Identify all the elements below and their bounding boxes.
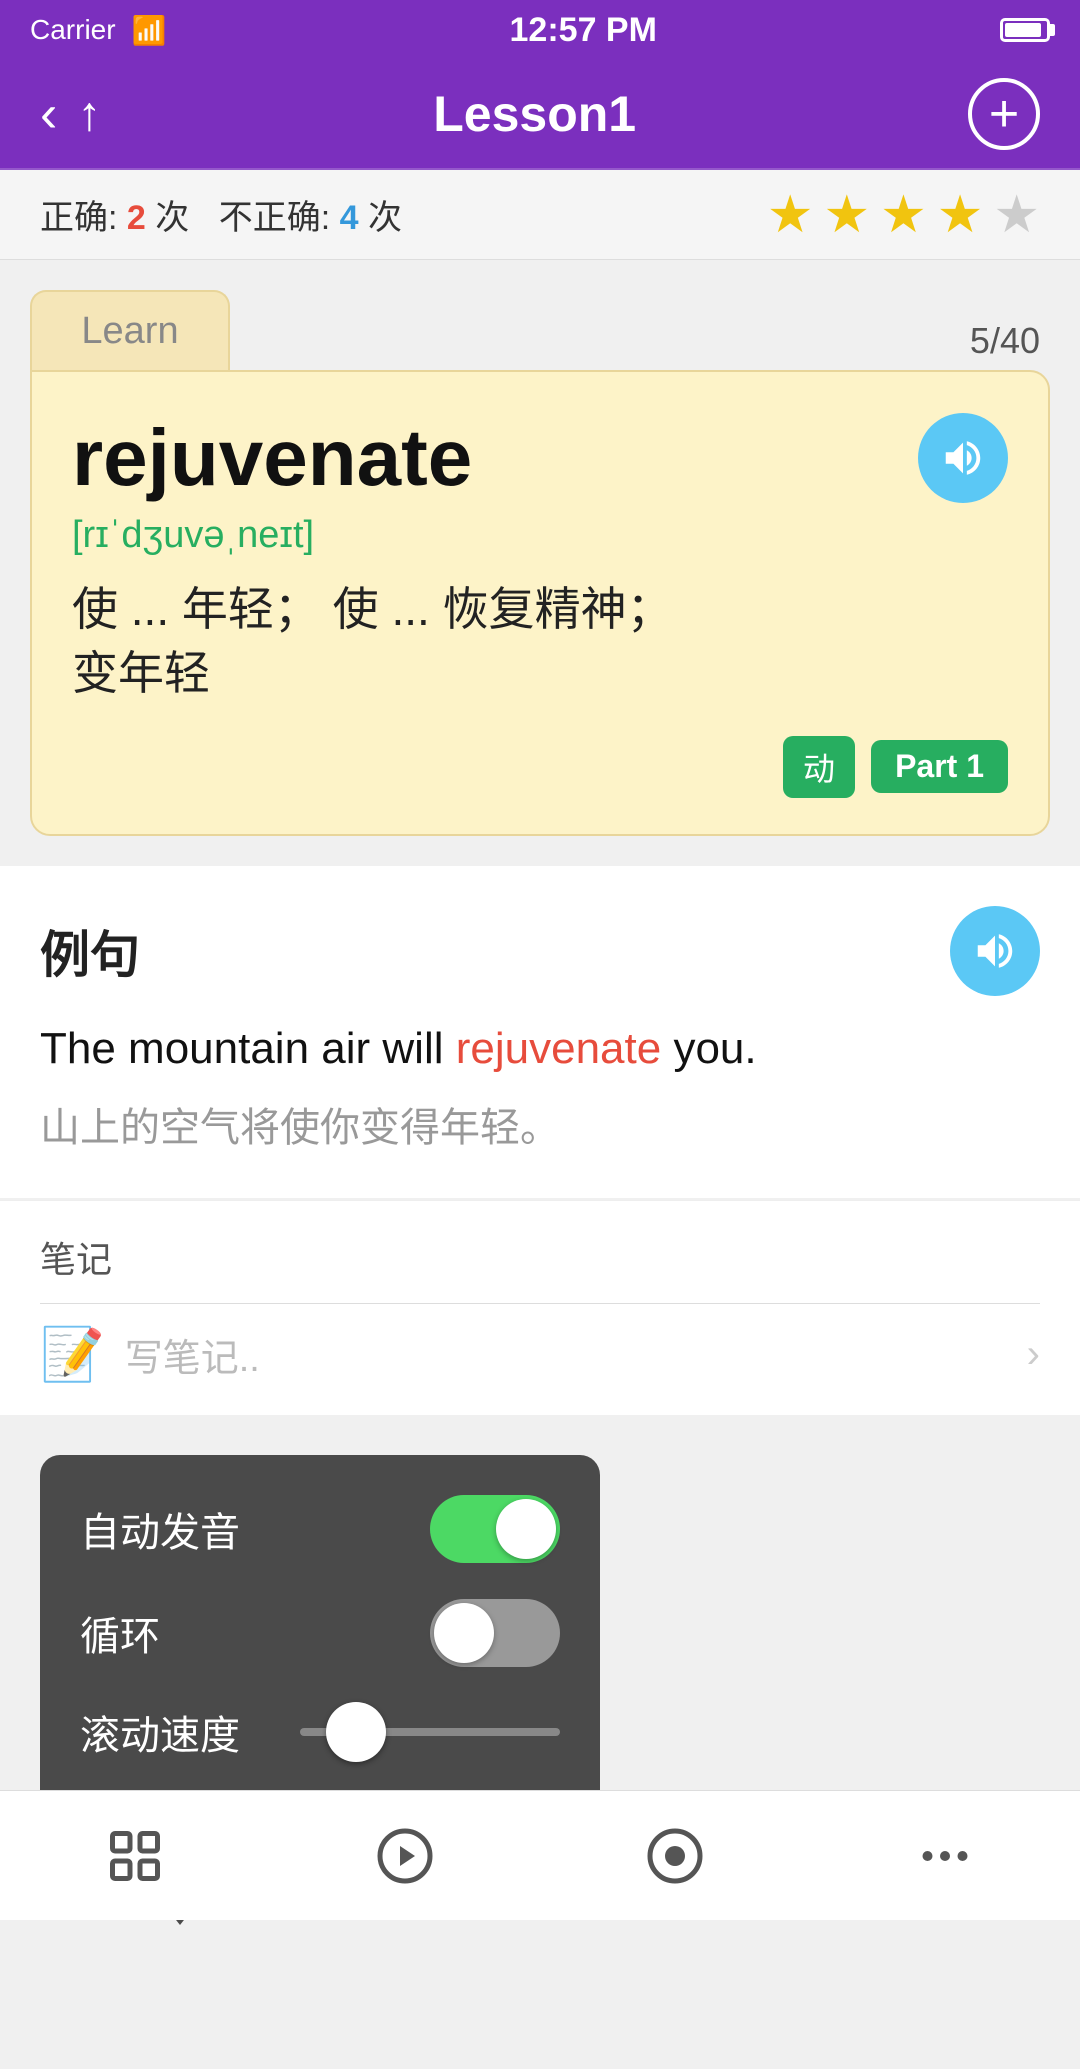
slider-thumb[interactable] <box>326 1702 386 1762</box>
stats-bar: 正确: 2 次 不正确: 4 次 ★ ★ ★ ★ ★ <box>0 170 1080 260</box>
nav-back-area[interactable]: ‹ ↑ <box>40 84 101 144</box>
word-audio-button[interactable] <box>918 413 1008 503</box>
star-2[interactable]: ★ <box>824 185 871 245</box>
back-chevron-icon[interactable]: ‹ <box>40 84 57 144</box>
notes-placeholder[interactable]: 写笔记.. <box>125 1327 1007 1382</box>
learn-card: rejuvenate [rɪˈdʒuvəˌneɪt] 使 ... 年轻； 使 .… <box>30 370 1050 836</box>
badge-dong: 动 <box>783 736 855 798</box>
example-pre: The mountain air will <box>40 1024 456 1073</box>
stats-text: 正确: 2 次 不正确: 4 次 <box>40 190 402 239</box>
example-header: 例句 <box>40 906 1040 996</box>
chinese-definition: 使 ... 年轻； 使 ... 恢复精神；变年轻 <box>72 577 1008 706</box>
up-arrow-icon[interactable]: ↑ <box>77 87 101 142</box>
carrier-label: Carrier <box>30 14 116 46</box>
example-sentence-zh: 山上的空气将使你变得年轻。 <box>40 1098 1040 1158</box>
auto-play-label: 自动发音 <box>80 1500 240 1558</box>
notes-icon: 📝 <box>40 1324 105 1385</box>
word-row: rejuvenate <box>72 412 1008 504</box>
learn-tab-label: Learn <box>81 310 178 353</box>
status-bar: Carrier 📶 12:57 PM <box>0 0 1080 60</box>
star-5[interactable]: ★ <box>993 185 1040 245</box>
status-left: Carrier 📶 <box>30 14 166 47</box>
main-word: rejuvenate <box>72 412 472 504</box>
correct-unit: 次 <box>155 199 189 237</box>
wrong-unit: 次 <box>368 199 402 237</box>
add-button[interactable]: + <box>968 78 1040 150</box>
settings-icon <box>105 1826 165 1886</box>
card-progress: 5/40 <box>970 320 1040 362</box>
notes-input-row[interactable]: 📝 写笔记.. › <box>40 1303 1040 1385</box>
star-rating[interactable]: ★ ★ ★ ★ ★ <box>767 185 1040 245</box>
nav-bar: ‹ ↑ Lesson1 + <box>0 60 1080 170</box>
auto-play-knob <box>496 1499 556 1559</box>
learn-tab[interactable]: Learn <box>30 290 230 370</box>
status-time: 12:57 PM <box>510 11 657 50</box>
loop-row: 循环 <box>80 1599 560 1667</box>
speed-label: 滚动速度 <box>80 1703 240 1761</box>
star-3[interactable]: ★ <box>880 185 927 245</box>
card-footer: 动 Part 1 <box>72 736 1008 798</box>
loop-knob <box>434 1603 494 1663</box>
wrong-label: 不正确: <box>219 199 330 237</box>
example-highlight: rejuvenate <box>456 1024 661 1073</box>
loop-toggle[interactable] <box>430 1599 560 1667</box>
notes-label: 笔记 <box>40 1231 1040 1283</box>
example-sentence-en: The mountain air will rejuvenate you. <box>40 1016 1040 1082</box>
loop-label: 循环 <box>80 1604 160 1662</box>
play-button[interactable] <box>355 1806 455 1906</box>
battery-icon <box>1000 18 1050 42</box>
pronunciation: [rɪˈdʒuvəˌneɪt] <box>72 514 1008 557</box>
nav-title: Lesson1 <box>433 85 636 143</box>
slider-track <box>300 1728 560 1736</box>
example-post: you. <box>661 1024 756 1073</box>
example-audio-button[interactable] <box>950 906 1040 996</box>
auto-play-row: 自动发音 <box>80 1495 560 1563</box>
speaker-icon <box>940 435 986 481</box>
more-button[interactable] <box>895 1806 995 1906</box>
record-button[interactable] <box>625 1806 725 1906</box>
notes-arrow-icon: › <box>1027 1332 1040 1377</box>
star-4[interactable]: ★ <box>937 185 984 245</box>
wifi-icon: 📶 <box>132 14 167 47</box>
learn-card-container: Learn 5/40 rejuvenate [rɪˈdʒuvəˌneɪt] <box>0 260 1080 836</box>
auto-play-toggle[interactable] <box>430 1495 560 1563</box>
correct-label: 正确: <box>40 199 117 237</box>
wrong-count: 4 <box>340 199 359 237</box>
example-section: 例句 The mountain air will rejuvenate you.… <box>0 866 1080 1198</box>
correct-count: 2 <box>127 199 146 237</box>
speed-row: 滚动速度 <box>80 1703 560 1761</box>
star-1[interactable]: ★ <box>767 185 814 245</box>
speed-slider[interactable] <box>300 1728 560 1736</box>
bottom-toolbar <box>0 1790 1080 1920</box>
play-icon <box>375 1826 435 1886</box>
example-title: 例句 <box>40 915 140 987</box>
example-speaker-icon <box>972 928 1018 974</box>
settings-button[interactable] <box>85 1806 185 1906</box>
notes-section: 笔记 📝 写笔记.. › <box>0 1200 1080 1415</box>
record-icon <box>645 1826 705 1886</box>
plus-icon: + <box>989 84 1019 144</box>
more-icon <box>915 1826 975 1886</box>
badge-part: Part 1 <box>871 740 1008 793</box>
